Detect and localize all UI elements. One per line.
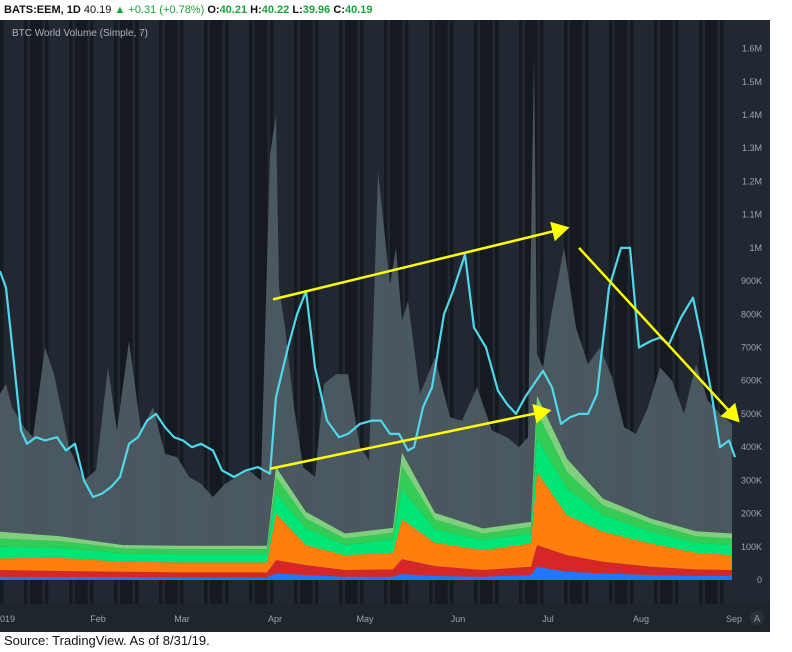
scale-a-icon[interactable]: A	[754, 614, 761, 625]
open-value: 40.21	[219, 4, 248, 16]
scale-settings-button[interactable]: A	[750, 611, 764, 625]
source-note: Source: TradingView. As of 8/31/19.	[4, 633, 210, 648]
y-tick-label: 400K	[741, 442, 762, 452]
x-tick-label: Sep	[726, 614, 742, 624]
y-tick-label: 1.5M	[742, 77, 762, 87]
close-value: 40.19	[344, 4, 373, 16]
up-arrow-icon: ▲	[114, 4, 126, 16]
last-price: 40.19	[83, 4, 112, 16]
y-tick-label: 300K	[741, 475, 762, 485]
y-tick-label: 800K	[741, 309, 762, 319]
y-tick-label: 500K	[741, 409, 762, 419]
high-value: 40.22	[261, 4, 290, 16]
chart-title: BTC World Volume (Simple, 7)	[12, 28, 148, 39]
chart-header: BATS:EEM, 1D 40.19 ▲ +0.31 (+0.78%) O:40…	[4, 2, 372, 18]
low-value: 39.96	[302, 4, 331, 16]
y-tick-label: 600K	[741, 376, 762, 386]
y-tick-label: 700K	[741, 343, 762, 353]
high-label: H:	[250, 4, 262, 16]
y-tick-label: 1M	[749, 243, 762, 253]
x-axis-strip	[0, 604, 770, 632]
y-tick-label: 1.6M	[742, 44, 762, 54]
y-tick-label: 200K	[741, 509, 762, 519]
close-label: C:	[333, 4, 345, 16]
y-tick-label: 1.2M	[742, 176, 762, 186]
x-tick-label: Feb	[90, 614, 106, 624]
open-label: O:	[207, 4, 220, 16]
low-label: L:	[292, 4, 303, 16]
x-tick-label: Mar	[174, 614, 190, 624]
y-tick-label: 900K	[741, 276, 762, 286]
x-tick-label: 2019	[0, 614, 15, 624]
y-tick-label: 1.1M	[742, 210, 762, 220]
y-tick-label: 0	[757, 575, 762, 585]
y-tick-label: 1.3M	[742, 143, 762, 153]
chart-svg[interactable]: 2019 Feb Mar Apr May Jun Jul Aug Sep 0 100K 200K 30…	[0, 20, 770, 632]
x-tick-label: Aug	[633, 614, 649, 624]
volume-chart[interactable]: 2019 Feb Mar Apr May Jun Jul Aug Sep 0 100K 200K 30…	[0, 20, 770, 632]
x-tick-label: Apr	[268, 614, 282, 624]
price-change: +0.31 (+0.78%)	[128, 4, 205, 16]
x-tick-label: Jun	[451, 614, 466, 624]
x-tick-label: Jul	[542, 614, 554, 624]
x-tick-label: May	[356, 614, 374, 624]
y-tick-label: 1.4M	[742, 110, 762, 120]
symbol-label: BATS:EEM, 1D	[4, 4, 81, 16]
y-tick-label: 100K	[741, 542, 762, 552]
